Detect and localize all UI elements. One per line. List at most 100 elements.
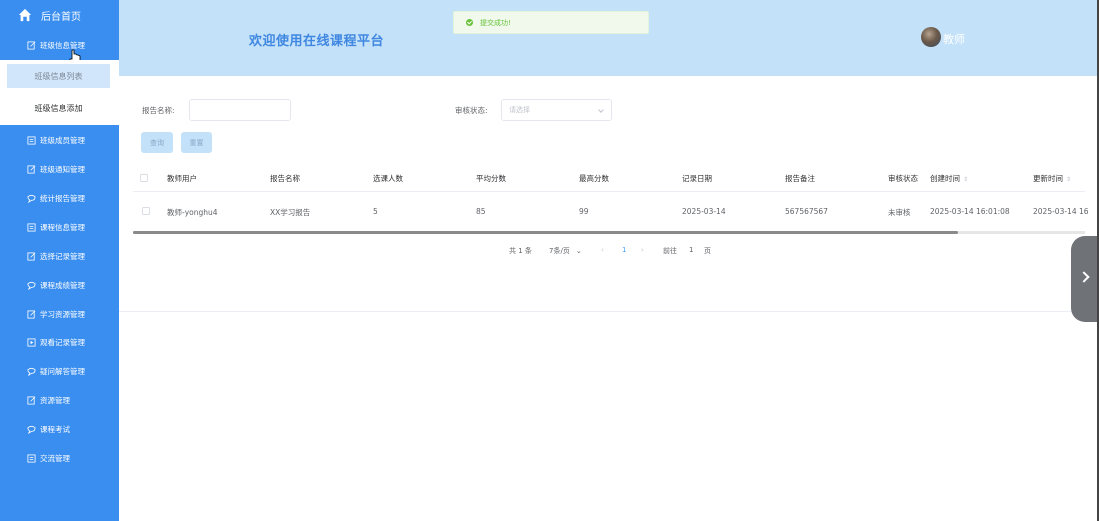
sidebar-item-label: 课程考试	[40, 424, 70, 434]
column-header: 审核状态	[888, 174, 918, 183]
sidebar-item-qa[interactable]: 疑问解答管理	[0, 360, 119, 382]
submenu-label: 班级信息添加	[34, 103, 83, 113]
sort-icon[interactable]: ⇕	[963, 176, 968, 183]
sidebar-item-stat-report[interactable]: 统计报告管理	[0, 187, 119, 209]
table-horizontal-scrollbar[interactable]	[133, 231, 1085, 234]
sidebar-item-communication[interactable]: 交流管理	[0, 447, 119, 469]
page-suffix: 页	[704, 247, 711, 255]
sidebar-item-label: 观看记录管理	[40, 337, 85, 347]
sidebar-item-class-notice[interactable]: 班级通知管理	[0, 158, 119, 180]
table-cell: 2025-03-14 16	[1033, 207, 1089, 216]
edit-icon	[27, 40, 36, 50]
avatar[interactable]	[921, 27, 941, 47]
sidebar-item-course-info[interactable]: 课程信息管理	[0, 216, 119, 238]
table-cell: 2025-03-14 16:01:08	[930, 207, 1010, 216]
sort-icon[interactable]: ⇕	[1066, 176, 1071, 183]
edit-icon	[27, 395, 36, 405]
column-header: 选课人数	[373, 174, 403, 183]
table-cell: 教师-yonghu4	[167, 208, 218, 217]
success-check-icon	[466, 19, 473, 26]
user-name[interactable]: 教师	[943, 31, 965, 47]
sidebar-item-class-info[interactable]: 班级信息管理	[0, 34, 119, 56]
document-icon	[27, 453, 36, 463]
header-divider	[133, 191, 1085, 192]
side-expand-tab[interactable]	[1071, 236, 1099, 322]
home-icon	[18, 8, 32, 22]
sidebar-item-label: 课程信息管理	[40, 222, 85, 232]
sidebar-item-label: 选择记录管理	[40, 251, 85, 261]
column-header: 教师用户	[167, 174, 197, 183]
sidebar-home[interactable]: 后台首页	[0, 0, 119, 30]
sidebar-item-course-score[interactable]: 课程成绩管理	[0, 274, 119, 296]
column-header: 记录日期	[682, 174, 712, 183]
sidebar-item-label: 班级通知管理	[40, 164, 85, 174]
column-header: 报告备注	[785, 174, 815, 183]
sidebar-item-label: 资源管理	[40, 395, 70, 405]
table-cell: 2025-03-14	[682, 207, 726, 216]
report-name-label: 报告名称:	[142, 106, 175, 115]
chat-icon	[27, 367, 36, 376]
column-header: 平均分数	[476, 174, 506, 183]
sidebar-item-class-members[interactable]: 班级成员管理	[0, 129, 119, 151]
edit-icon	[27, 164, 36, 174]
sidebar-item-label: 课程成绩管理	[40, 280, 85, 290]
audit-status-select[interactable]: 请选择	[501, 99, 612, 121]
table-cell: 99	[579, 207, 589, 216]
chevron-down-icon	[598, 107, 604, 113]
chat-icon	[27, 194, 36, 203]
chat-icon	[27, 281, 36, 290]
play-box-icon	[27, 337, 36, 347]
sidebar: 后台首页 班级信息管理 班级信息列表 班级信息添加 班级成员管理 班级通知管理 …	[0, 0, 119, 521]
sidebar-item-course-exam[interactable]: 课程考试	[0, 418, 119, 440]
report-name-input[interactable]	[189, 99, 291, 121]
table-cell: 567567567	[785, 207, 828, 216]
submenu-class-info-add[interactable]: 班级信息添加	[7, 96, 110, 120]
column-header: 最高分数	[579, 174, 609, 183]
scrollbar-thumb[interactable]	[133, 231, 958, 234]
prev-page-icon[interactable]: ‹	[601, 246, 604, 254]
reset-button[interactable]: 重置	[181, 132, 212, 153]
column-header: 报告名称	[270, 174, 300, 183]
chat-icon	[27, 425, 36, 434]
column-header-label: 更新时间	[1033, 174, 1063, 183]
next-page-icon[interactable]: ›	[641, 246, 644, 254]
toast-message: 提交成功!	[480, 18, 511, 27]
document-icon	[27, 135, 36, 145]
column-header-sortable[interactable]: 创建时间 ⇕	[930, 173, 968, 184]
document-icon	[27, 222, 36, 232]
current-page[interactable]: 1	[622, 246, 626, 254]
table-cell: XX学习报告	[270, 208, 311, 217]
sidebar-item-select-record[interactable]: 选择记录管理	[0, 245, 119, 267]
sidebar-item-watch-record[interactable]: 观看记录管理	[0, 331, 119, 353]
submenu-label: 班级信息列表	[34, 71, 83, 81]
column-header-sortable[interactable]: 更新时间 ⇕	[1033, 173, 1071, 184]
sidebar-item-label: 统计报告管理	[40, 193, 85, 203]
edit-icon	[27, 309, 36, 319]
table-cell: 85	[476, 207, 486, 216]
column-header-label: 创建时间	[930, 174, 960, 183]
table-cell: 5	[373, 207, 378, 216]
edit-icon	[27, 251, 36, 261]
content-divider	[119, 311, 1099, 312]
sidebar-item-label: 疑问解答管理	[40, 366, 85, 376]
audit-status-label: 审核状态:	[455, 106, 488, 115]
pagination-total: 共 1 条	[509, 247, 532, 255]
row-checkbox[interactable]	[142, 207, 150, 215]
goto-page-input[interactable]: 1	[689, 246, 693, 254]
goto-label: 前往	[663, 247, 677, 255]
select-all-checkbox[interactable]	[140, 174, 148, 182]
sidebar-item-resource[interactable]: 资源管理	[0, 389, 119, 411]
sidebar-item-study-resource[interactable]: 学习资源管理	[0, 303, 119, 325]
sidebar-item-label: 学习资源管理	[40, 309, 85, 319]
success-toast: 提交成功!	[453, 11, 649, 34]
search-button[interactable]: 查询	[141, 132, 173, 153]
select-placeholder: 请选择	[509, 106, 530, 114]
sidebar-item-label: 交流管理	[40, 453, 70, 463]
submenu-class-info-list[interactable]: 班级信息列表	[7, 64, 110, 88]
page-size-value: 7条/页	[549, 247, 570, 255]
sidebar-submenu: 班级信息列表 班级信息添加	[0, 60, 119, 125]
page-title: 欢迎使用在线课程平台	[249, 34, 385, 49]
pagination-page-size[interactable]: 7条/页 ⌄	[549, 246, 582, 256]
sidebar-home-label: 后台首页	[41, 11, 81, 23]
sidebar-item-label: 班级成员管理	[40, 135, 85, 145]
